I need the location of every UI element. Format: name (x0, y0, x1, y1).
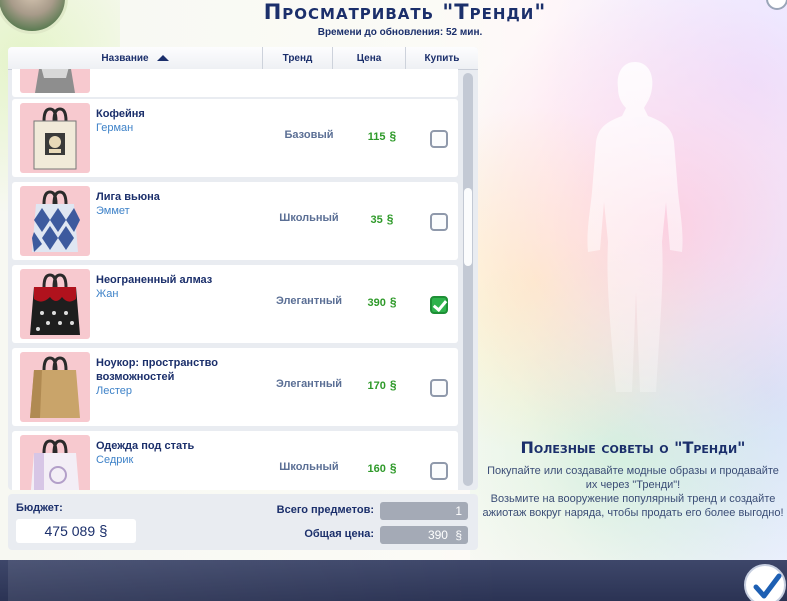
sim-silhouette-icon (587, 62, 683, 392)
trendi-browse-window: Просматривать "Тренди" Времени до обновл… (0, 0, 787, 601)
scrollbar-thumb[interactable] (464, 188, 472, 266)
total-price-value: 390 (427, 528, 448, 542)
argyle-bag-icon (20, 186, 90, 256)
simoleon-icon: § (389, 461, 397, 475)
bottom-bar (0, 560, 787, 601)
item-price-value: 115 (367, 131, 386, 143)
item-name: Одежда под стать Седрик (96, 439, 256, 467)
column-header-buy[interactable]: Купить (406, 47, 478, 69)
list-item[interactable]: Лига вьюна Эммет Школьный 35 § (12, 182, 458, 260)
item-name: Ноукор: пространство возможностей Лестер (96, 356, 256, 398)
item-price-value: 170 (367, 380, 386, 392)
buy-checkbox[interactable] (430, 379, 448, 397)
item-author: Лестер (96, 385, 132, 397)
grey-bag-icon (20, 69, 90, 93)
buy-checkbox[interactable] (430, 130, 448, 148)
item-price: 35 § (352, 212, 412, 226)
item-price: 390 § (352, 295, 412, 309)
budget-label: Бюджет: (16, 502, 63, 514)
buy-checkbox[interactable] (430, 213, 448, 231)
coffee-shop-bag-icon (20, 103, 90, 173)
item-author: Герман (96, 122, 134, 134)
item-name: Кофейня Герман (96, 107, 256, 135)
tips-title: Полезные советы о "Тренди" (520, 438, 746, 457)
item-author: Жан (96, 288, 119, 300)
item-price: 160 § (352, 461, 412, 475)
budget-value-box: 475 089 § (16, 519, 136, 543)
simoleon-icon: § (455, 528, 462, 542)
item-price-value: 160 (367, 463, 386, 475)
total-items-value: 1 (380, 502, 468, 520)
buy-checkbox-checked[interactable] (430, 296, 448, 314)
item-trend: Школьный (279, 212, 339, 224)
tips-text: Покупайте или создавайте модные образы и… (480, 464, 786, 520)
budget-value: 475 089 (44, 523, 96, 539)
bottom-bar-highlight (8, 560, 508, 601)
simoleon-icon: § (389, 378, 397, 392)
item-title: Одежда под стать (96, 440, 195, 452)
items-list: Кофейня Герман Базовый 115 § Лига вьюна … (8, 69, 460, 490)
item-trend: Элегантный (275, 378, 343, 390)
item-name: Неограненный алмаз Жан (96, 273, 256, 301)
list-scrollbar[interactable] (463, 73, 473, 486)
item-trend: Элегантный (275, 295, 343, 307)
item-title: Неограненный алмаз (96, 274, 213, 286)
item-author: Эммет (96, 205, 130, 217)
checkmark-icon (753, 573, 782, 599)
item-price: 115 § (352, 129, 412, 143)
column-header-name[interactable]: Название (8, 47, 263, 69)
column-header-name-label: Название (101, 52, 149, 64)
item-price-value: 35 (370, 214, 383, 226)
column-header-trend[interactable]: Тренд (263, 47, 333, 69)
summary-panel: Бюджет: 475 089 § Всего предметов: 1 Общ… (8, 494, 478, 550)
simoleon-icon: § (386, 212, 394, 226)
item-title: Лига вьюна (96, 191, 160, 203)
simoleon-icon: § (389, 129, 397, 143)
tips-line-2: Возьмите на вооружение популярный тренд … (482, 493, 784, 519)
column-header: Название Тренд Цена Купить (8, 47, 478, 70)
item-title: Ноукор: пространство возможностей (96, 357, 218, 383)
item-price: 170 § (352, 378, 412, 392)
sort-ascending-icon (156, 55, 169, 61)
simoleon-icon: § (389, 295, 397, 309)
confirm-button[interactable] (744, 564, 786, 601)
tips-line-1: Покупайте или создавайте модные образы и… (487, 465, 779, 491)
items-panel: Название Тренд Цена Купить Кофейня Герма… (8, 47, 478, 490)
page-title: Просматривать "Тренди" (263, 0, 547, 24)
buy-checkbox[interactable] (430, 462, 448, 480)
total-items-label: Всего предметов: (276, 504, 374, 516)
item-name: Лига вьюна Эммет (96, 190, 256, 218)
item-author: Седрик (96, 454, 134, 466)
column-header-price[interactable]: Цена (333, 47, 406, 69)
kraft-paper-bag-icon (20, 352, 90, 422)
column-header-trend-label: Тренд (282, 52, 313, 64)
item-price-value: 390 (367, 297, 386, 309)
total-price-box: 390 § (380, 526, 468, 544)
refresh-timer: Времени до обновления: 52 мин. (317, 27, 483, 38)
white-logo-bag-icon (20, 435, 90, 490)
item-trend: Школьный (279, 461, 339, 473)
list-item[interactable]: Одежда под стать Седрик Школьный 160 § (12, 431, 458, 490)
list-item[interactable]: Ноукор: пространство возможностей Лестер… (12, 348, 458, 426)
item-trend: Базовый (284, 129, 334, 141)
list-item-partial[interactable] (12, 69, 458, 97)
diamond-bag-icon (20, 269, 90, 339)
total-price-label: Общая цена: (304, 528, 374, 540)
column-header-buy-label: Купить (424, 52, 460, 64)
item-title: Кофейня (96, 108, 145, 120)
simoleon-icon: § (99, 522, 108, 540)
list-item[interactable]: Неограненный алмаз Жан Элегантный 390 § (12, 265, 458, 343)
list-item[interactable]: Кофейня Герман Базовый 115 § (12, 99, 458, 177)
column-header-price-label: Цена (356, 52, 382, 64)
